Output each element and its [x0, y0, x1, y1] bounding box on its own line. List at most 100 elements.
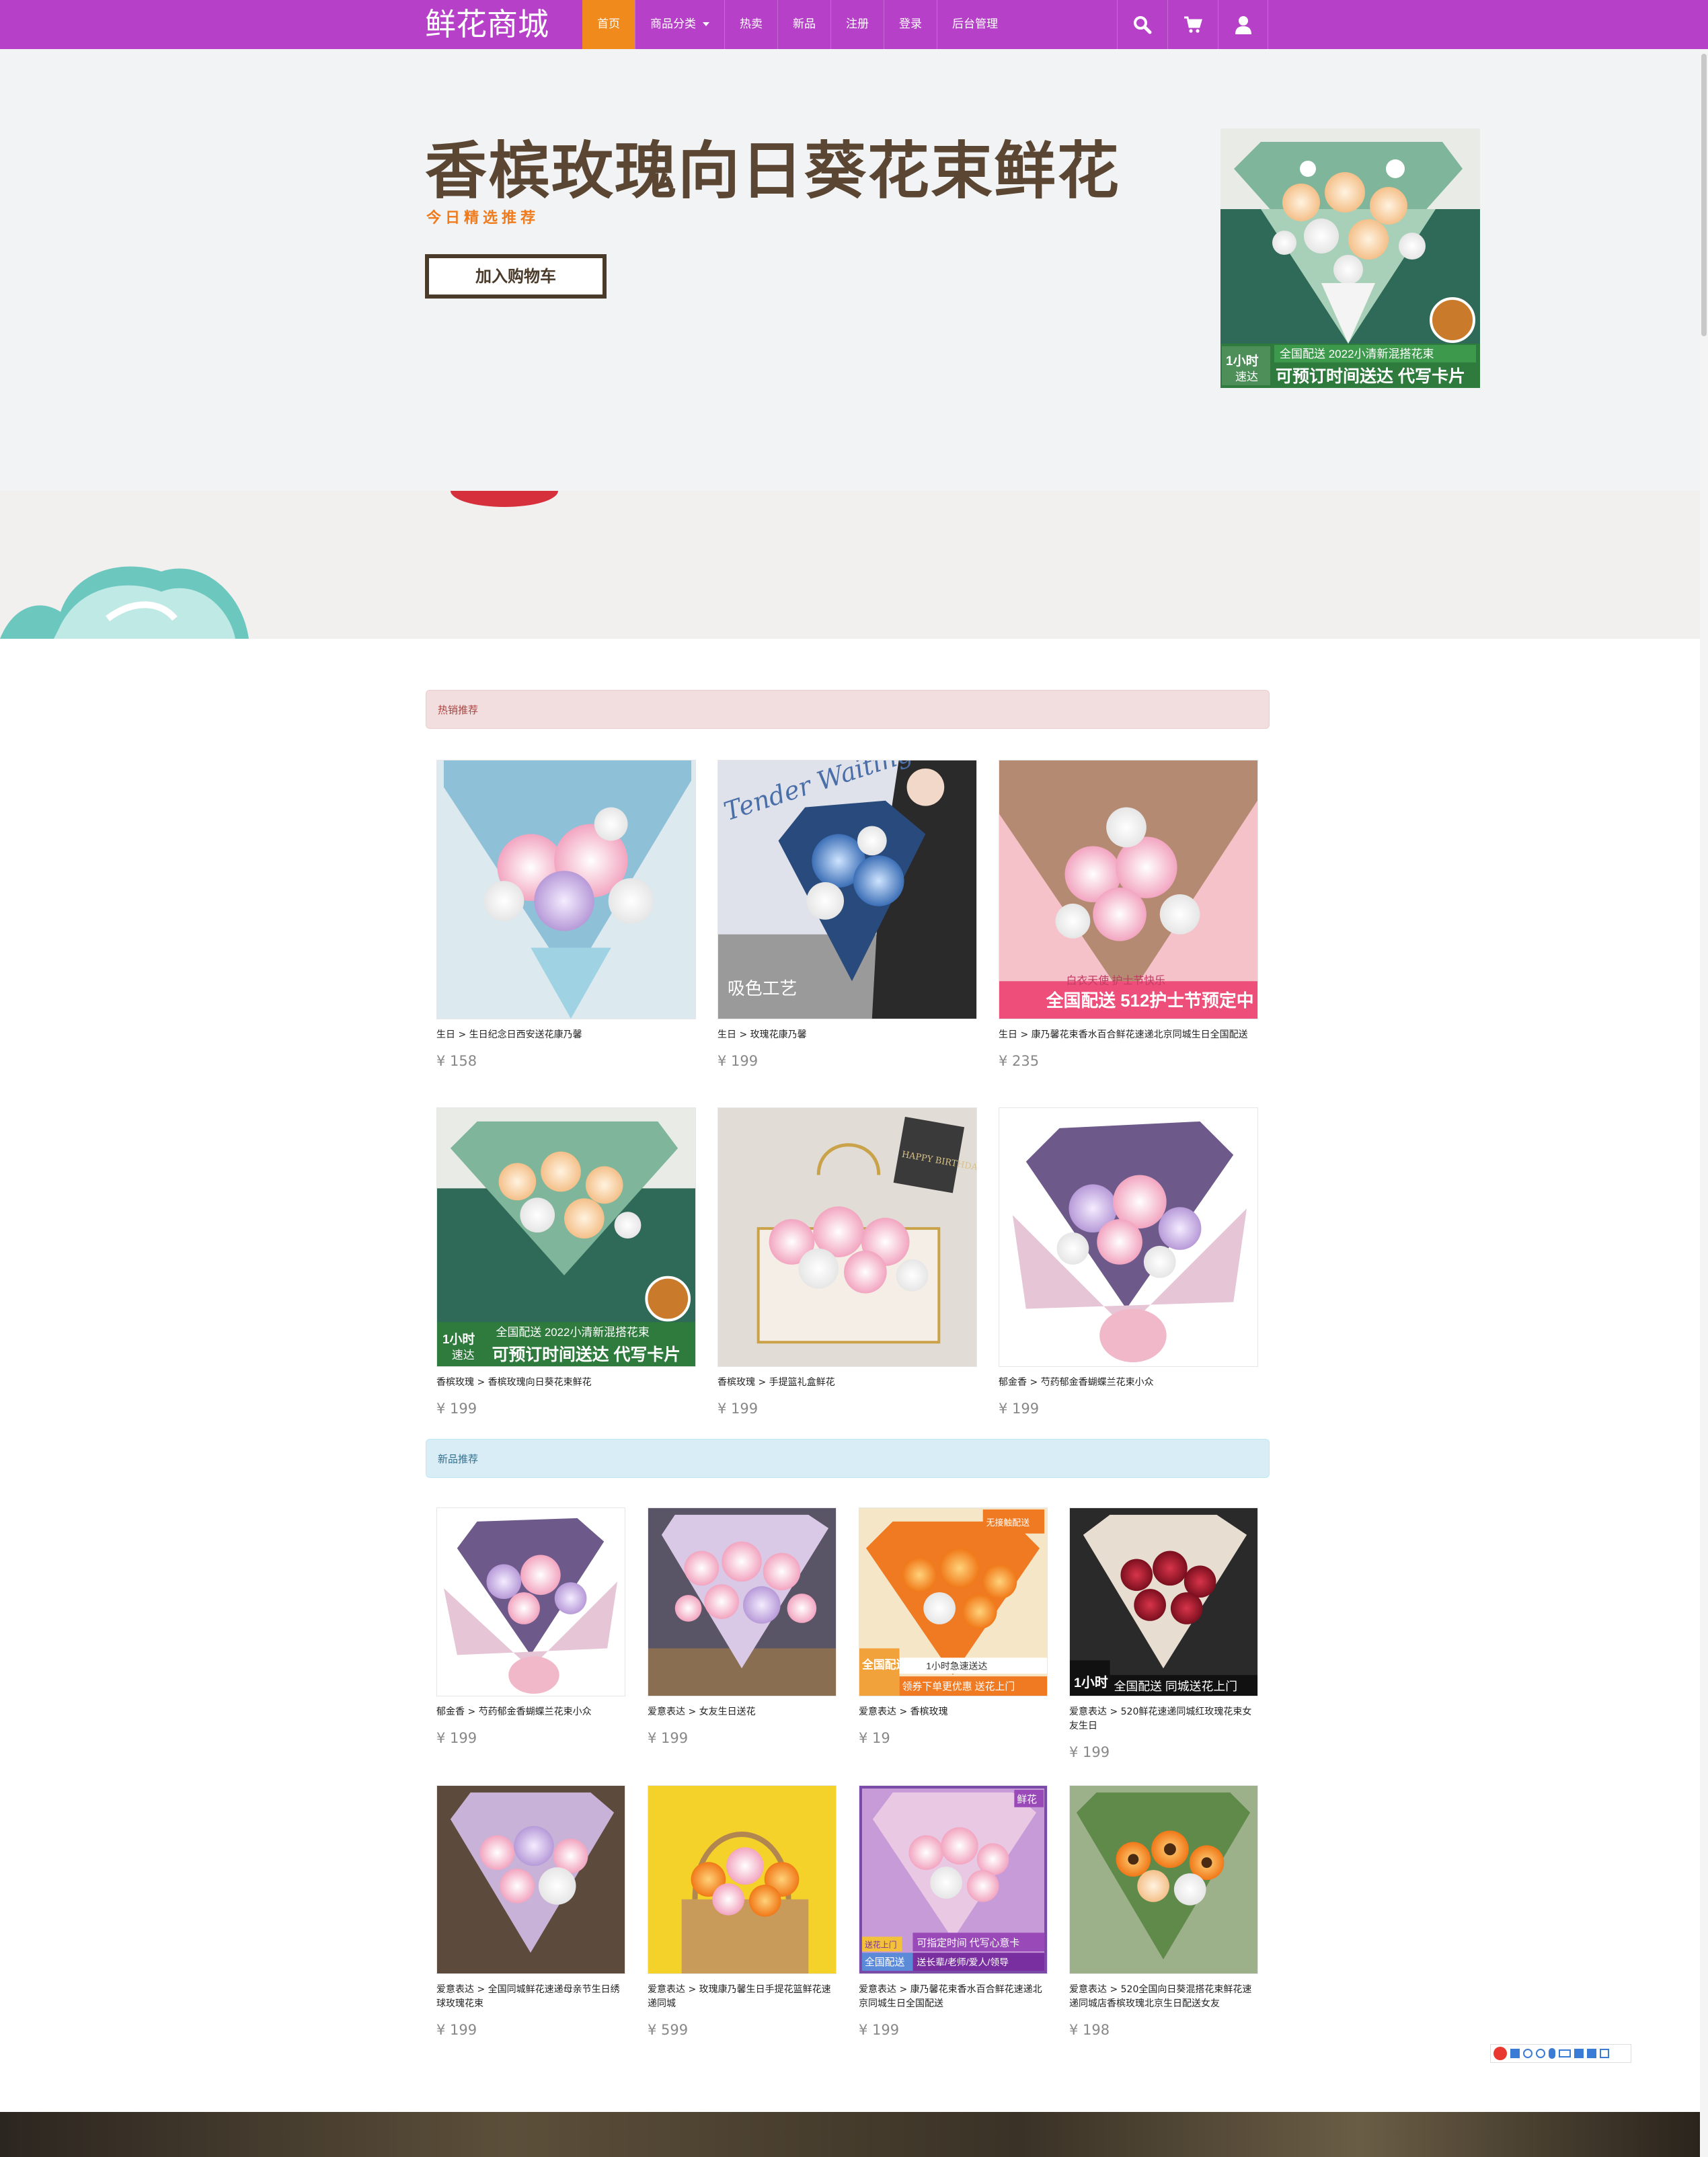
product-image-corner-tag: 全国配送 [865, 1956, 905, 1968]
brand-logo[interactable]: 鲜花商城 [425, 3, 549, 46]
product-price: ¥ 199 [436, 1730, 477, 1746]
nav-login-label: 登录 [899, 17, 922, 31]
product-card[interactable]: 爱意表达 > 全国同城鲜花速递母亲节生日绣球玫瑰花束 ¥ 199 [436, 1785, 625, 2038]
search-button[interactable] [1117, 0, 1167, 49]
product-image[interactable]: HAPPY BIRTHDAY [717, 1107, 977, 1367]
product-card[interactable]: 无接触配送 全国配送 1小时急速送达 领券下单更优惠 送花上门 爱意表达 > 香… [859, 1507, 1048, 1746]
product-caption[interactable]: 爱意表达 > 女友生日送花 [648, 1705, 837, 1719]
ime-keyboard-icon [1559, 2049, 1571, 2057]
hot-section-heading: 热销推荐 [426, 690, 1270, 729]
product-price: ¥ 158 [436, 1053, 477, 1069]
nav-categories-label: 商品分类 [650, 17, 696, 31]
product-card[interactable]: 爱意表达 > 520全国向日葵混搭花束鲜花速递同城店香槟玫瑰北京生日配送女友 ¥… [1069, 1785, 1258, 2038]
page-scrollbar-thumb[interactable] [1701, 54, 1707, 336]
product-caption[interactable]: 生日 > 生日纪念日西安送花康乃馨 [436, 1028, 696, 1042]
ime-emoji-icon [1536, 2049, 1545, 2058]
product-price: ¥ 199 [648, 1730, 689, 1746]
product-image[interactable] [648, 1507, 837, 1696]
nav-categories-dropdown[interactable]: 商品分类 [635, 0, 724, 49]
product-price: ¥ 199 [1069, 1744, 1110, 1760]
product-caption[interactable]: 爱意表达 > 全国同城鲜花速递母亲节生日绣球玫瑰花束 [436, 1983, 625, 2011]
product-image[interactable]: 无接触配送 全国配送 1小时急速送达 领券下单更优惠 送花上门 [859, 1507, 1048, 1696]
chevron-down-icon [703, 22, 709, 26]
product-price: ¥ 199 [717, 1053, 759, 1069]
page-scrollbar-track[interactable] [1700, 49, 1708, 2157]
product-price: ¥ 199 [999, 1401, 1040, 1417]
product-card[interactable]: 爱意表达 > 玫瑰康乃馨生日手提花篮鲜花速递同城 ¥ 599 [648, 1785, 837, 2038]
product-image-badge-fast: 速达 [452, 1349, 475, 1362]
product-price: ¥ 199 [859, 2022, 900, 2038]
ime-toolbar[interactable] [1490, 2044, 1631, 2063]
product-caption[interactable]: 香槟玫瑰 > 香槟玫瑰向日葵花束鲜花 [436, 1376, 696, 1390]
hero-image-banner-top: 全国配送 2022小清新混搭花束 [1280, 348, 1434, 360]
product-caption[interactable]: 郁金香 > 芍药郁金香蝴蝶兰花束小众 [436, 1705, 625, 1719]
product-image-banner-bottom: 领券下单更优惠 送花上门 [902, 1681, 1015, 1692]
hero-product-image[interactable]: 全国配送 2022小清新混搭花束 可预订时间送达 代写卡片 1小时 速达 [1220, 128, 1480, 388]
product-price: ¥ 199 [717, 1401, 759, 1417]
ime-logo-icon [1493, 2047, 1507, 2060]
product-card[interactable]: 白衣天使 护士节快乐 全国配送 512护士节预定中 生日 > 康乃馨花束香水百合… [999, 760, 1258, 1069]
product-card[interactable]: 郁金香 > 芍药郁金香蝴蝶兰花束小众 ¥ 199 [999, 1107, 1258, 1417]
product-caption[interactable]: 香槟玫瑰 > 手提篮礼盒鲜花 [717, 1376, 977, 1390]
product-image-delivery-tag: 送花上门 [865, 1940, 897, 1949]
product-image-banner-bottom: 可预订时间送达 代写卡片 [492, 1345, 681, 1364]
ime-grid-icon [1600, 2049, 1609, 2058]
product-image[interactable]: 1小时 全国配送 同城送花上门 [1069, 1507, 1258, 1696]
new-section-heading: 新品推荐 [426, 1439, 1270, 1478]
product-image[interactable]: Tender Waiting 吸色工艺 [717, 760, 977, 1019]
product-price: ¥ 19 [859, 1730, 890, 1746]
product-price: ¥ 599 [648, 2022, 689, 2038]
product-image[interactable] [648, 1785, 837, 1974]
nav-admin-label: 后台管理 [952, 17, 998, 31]
product-image[interactable] [436, 760, 696, 1019]
user-button[interactable] [1218, 0, 1268, 49]
product-caption[interactable]: 爱意表达 > 香槟玫瑰 [859, 1705, 1048, 1719]
hero-image-banner-bottom: 可预订时间送达 代写卡片 [1276, 366, 1465, 386]
product-image-banner-bottom: 送长辈/老师/爱人/领导 [917, 1957, 1009, 1967]
product-image-brand: 吸色工艺 [728, 979, 797, 998]
product-card[interactable]: 生日 > 生日纪念日西安送花康乃馨 ¥ 158 [436, 760, 696, 1069]
hero-subtitle: 今日精选推荐 [426, 210, 540, 227]
nav-register[interactable]: 注册 [830, 0, 884, 49]
product-image[interactable] [436, 1507, 625, 1696]
product-card[interactable]: 爱意表达 > 女友生日送花 ¥ 199 [648, 1507, 837, 1746]
product-image[interactable] [999, 1107, 1258, 1367]
ime-skin-icon [1587, 2049, 1596, 2058]
decorative-berry-image [451, 491, 558, 507]
add-to-cart-button[interactable]: 加入购物车 [425, 254, 607, 299]
nav-admin[interactable]: 后台管理 [937, 0, 1013, 49]
cart-button[interactable] [1167, 0, 1218, 49]
nav-hot[interactable]: 热卖 [724, 0, 777, 49]
product-image-badge-hour: 1小时 [442, 1332, 475, 1347]
product-image-banner-top: 全国配送 2022小清新混搭花束 [496, 1326, 650, 1339]
nav-home-label: 首页 [597, 17, 620, 31]
product-image[interactable]: 全国配送 2022小清新混搭花束 可预订时间送达 代写卡片 1小时 速达 [436, 1107, 696, 1367]
product-image[interactable]: 鲜花 可指定时间 代写心意卡 送长辈/老师/爱人/领导 全国配送 送花上门 [859, 1785, 1048, 1974]
product-image[interactable] [1069, 1785, 1258, 1974]
product-caption[interactable]: 生日 > 玫瑰花康乃馨 [717, 1028, 977, 1042]
product-caption[interactable]: 郁金香 > 芍药郁金香蝴蝶兰花束小众 [999, 1376, 1258, 1390]
nav-login[interactable]: 登录 [884, 0, 937, 49]
product-image[interactable]: 白衣天使 护士节快乐 全国配送 512护士节预定中 [999, 760, 1258, 1019]
decorative-cake-image [0, 566, 249, 639]
product-caption[interactable]: 生日 > 康乃馨花束香水百合鲜花速递北京同城生日全国配送 [999, 1028, 1258, 1042]
nav-home[interactable]: 首页 [582, 0, 635, 49]
nav-new[interactable]: 新品 [777, 0, 830, 49]
nav-hot-label: 热卖 [740, 17, 763, 31]
product-card[interactable]: Tender Waiting 吸色工艺 生日 > 玫瑰花康乃馨 ¥ 199 [717, 760, 977, 1069]
product-card[interactable]: 郁金香 > 芍药郁金香蝴蝶兰花束小众 ¥ 199 [436, 1507, 625, 1746]
product-card[interactable]: 全国配送 2022小清新混搭花束 可预订时间送达 代写卡片 1小时 速达 香槟玫… [436, 1107, 696, 1417]
product-caption[interactable]: 爱意表达 > 520全国向日葵混搭花束鲜花速递同城店香槟玫瑰北京生日配送女友 [1069, 1983, 1258, 2011]
product-image[interactable] [436, 1785, 625, 1974]
ime-mode-icon [1510, 2049, 1520, 2058]
nav-new-label: 新品 [793, 17, 816, 31]
product-card[interactable]: 鲜花 可指定时间 代写心意卡 送长辈/老师/爱人/领导 全国配送 送花上门 爱意… [859, 1785, 1048, 2038]
product-card[interactable]: HAPPY BIRTHDAY 香槟玫瑰 > 手提篮礼盒鲜花 ¥ 199 [717, 1107, 977, 1417]
product-image-badge-hour: 1小时 [1074, 1676, 1108, 1690]
product-caption[interactable]: 爱意表达 > 玫瑰康乃馨生日手提花篮鲜花速递同城 [648, 1983, 837, 2011]
nav-register-label: 注册 [846, 17, 869, 31]
product-caption[interactable]: 爱意表达 > 520鲜花速递同城红玫瑰花束女友生日 [1069, 1705, 1258, 1733]
product-card[interactable]: 1小时 全国配送 同城送花上门 爱意表达 > 520鲜花速递同城红玫瑰花束女友生… [1069, 1507, 1258, 1760]
product-caption[interactable]: 爱意表达 > 康乃馨花束香水百合鲜花速递北京同城生日全国配送 [859, 1983, 1048, 2011]
product-price: ¥ 235 [999, 1053, 1040, 1069]
